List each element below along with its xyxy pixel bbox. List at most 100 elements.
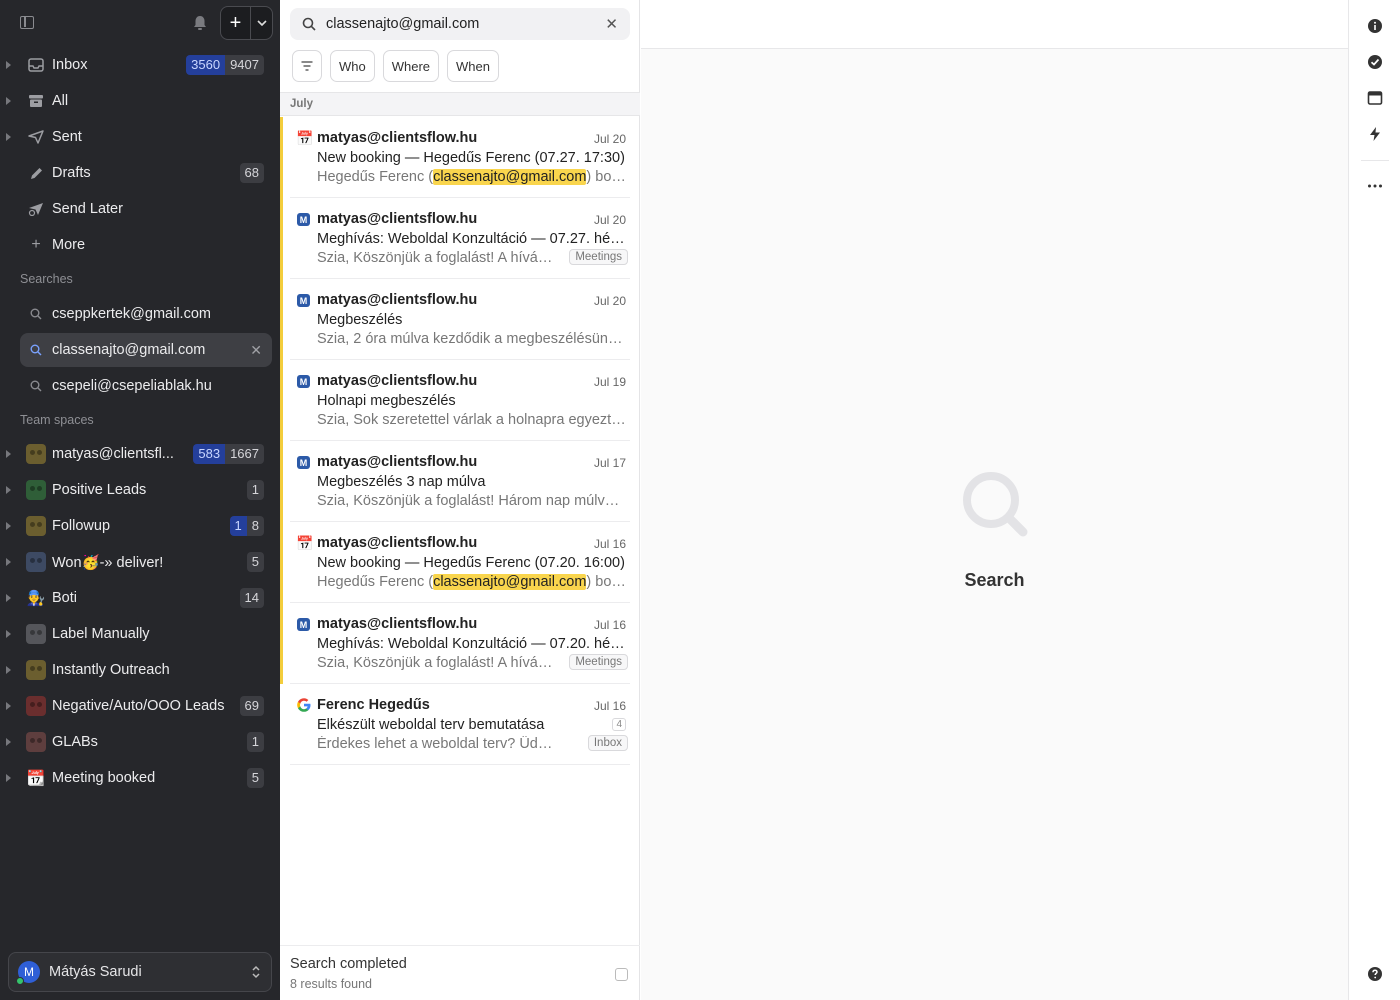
- expand-icon[interactable]: [615, 968, 628, 981]
- mail-date: Jul 19: [593, 375, 626, 389]
- saved-search-item[interactable]: csepeli@csepeliablak.hu: [20, 369, 272, 403]
- team-space-item[interactable]: matyas@clientsfl... 583 1667: [6, 437, 272, 471]
- team-space-item[interactable]: Label Manually: [6, 617, 272, 651]
- expand-caret-icon[interactable]: [6, 666, 11, 674]
- mail-list-item[interactable]: M matyas@clientsflow.hu Jul 20 Megbeszél…: [280, 279, 640, 360]
- expand-caret-icon[interactable]: [6, 594, 11, 602]
- sidebar-item-drafts[interactable]: Drafts 68: [20, 156, 272, 190]
- mail-list-item[interactable]: Ferenc Hegedűs Jul 16 Elkészült weboldal…: [280, 684, 640, 765]
- expand-caret-icon[interactable]: [6, 630, 11, 638]
- count-badge: 9407: [225, 55, 264, 75]
- lightning-icon[interactable]: [1367, 126, 1383, 142]
- mail-list-item[interactable]: 📅 matyas@clientsflow.hu Jul 16 New booki…: [280, 522, 640, 603]
- bell-icon[interactable]: [192, 14, 208, 32]
- label-tag[interactable]: Inbox: [587, 735, 628, 751]
- search-input[interactable]: [326, 16, 606, 32]
- sidebar-header: +: [0, 0, 280, 48]
- mail-date: Jul 20: [593, 213, 626, 227]
- team-space-item[interactable]: Positive Leads 1: [6, 473, 272, 507]
- sidebar-toggle-icon[interactable]: [20, 16, 34, 29]
- info-icon[interactable]: [1367, 18, 1383, 34]
- expand-caret-icon[interactable]: [6, 558, 11, 566]
- team-space-item[interactable]: Followup 18: [6, 509, 272, 543]
- expand-caret-icon[interactable]: [6, 486, 11, 494]
- expand-caret-icon[interactable]: [6, 702, 11, 710]
- sidebar-item-all[interactable]: All: [6, 84, 272, 118]
- mail-snippet: Szia, Köszönjük a foglalást! A hívás lin…: [317, 250, 557, 266]
- count-badges: 1: [246, 480, 264, 500]
- team-space-item[interactable]: Won🥳-» deliver! 5: [6, 545, 272, 579]
- mail-date: Jul 16: [593, 537, 626, 551]
- mail-sender: matyas@clientsflow.hu: [317, 454, 478, 470]
- mail-date: Jul 16: [593, 618, 626, 632]
- reading-pane: Search: [641, 0, 1348, 1000]
- sidebar-item-send-later[interactable]: Send Later: [20, 192, 272, 226]
- mail-snippet: Hegedűs Ferenc (classenajto@gmail.com) b…: [317, 574, 627, 590]
- remove-search-icon[interactable]: ✕: [250, 342, 262, 359]
- help-icon[interactable]: [1367, 966, 1383, 982]
- expand-caret-icon[interactable]: [6, 774, 11, 782]
- search-highlight: classenajto@gmail.com: [433, 169, 587, 185]
- search-icon: [26, 340, 46, 360]
- more-icon[interactable]: [1367, 178, 1383, 194]
- mail-app-icon: M: [297, 456, 310, 469]
- team-space-item[interactable]: GLABs 1: [6, 725, 272, 759]
- expand-caret-icon[interactable]: [6, 133, 11, 141]
- team-space-item[interactable]: Instantly Outreach: [6, 653, 272, 687]
- search-bar[interactable]: ✕: [290, 8, 630, 40]
- filter-who-button[interactable]: Who: [330, 50, 375, 82]
- online-status-dot: [16, 977, 24, 985]
- expand-caret-icon[interactable]: [6, 450, 11, 458]
- team-space-label: Positive Leads: [52, 482, 147, 498]
- sidebar-item-more[interactable]: + More: [20, 228, 272, 262]
- team-space-label: matyas@clientsfl...: [52, 446, 174, 462]
- mail-list-item[interactable]: M matyas@clientsflow.hu Jul 20 Meghívás:…: [280, 198, 640, 279]
- check-circle-icon[interactable]: [1367, 54, 1383, 70]
- expand-caret-icon[interactable]: [6, 97, 11, 105]
- send-later-icon: [26, 199, 46, 219]
- filter-where-button[interactable]: Where: [382, 50, 440, 82]
- google-icon: [297, 698, 311, 712]
- team-space-label: Boti: [52, 590, 77, 606]
- mail-list-item[interactable]: M matyas@clientsflow.hu Jul 19 Holnapi m…: [280, 360, 640, 441]
- count-badge: 5: [246, 768, 264, 788]
- count-badge: 8: [246, 516, 264, 536]
- mail-list-item[interactable]: M matyas@clientsflow.hu Jul 17 Megbeszél…: [280, 441, 640, 522]
- team-space-item[interactable]: 📆 Meeting booked 5: [6, 761, 272, 795]
- unread-indicator: [280, 603, 283, 684]
- compose-button[interactable]: +: [220, 6, 273, 40]
- label-tag[interactable]: Meetings: [569, 654, 628, 670]
- expand-caret-icon[interactable]: [6, 522, 11, 530]
- empty-state-label: Search: [964, 570, 1025, 590]
- team-space-label: GLABs: [52, 734, 98, 750]
- mail-date: Jul 16: [593, 699, 626, 713]
- filter-options-button[interactable]: [292, 50, 322, 82]
- sidebar-item-inbox[interactable]: Inbox 3560 9407: [6, 48, 272, 82]
- clear-search-icon[interactable]: ✕: [605, 15, 618, 33]
- unread-indicator: [280, 441, 283, 522]
- mail-list-item[interactable]: M matyas@clientsflow.hu Jul 16 Meghívás:…: [280, 603, 640, 684]
- team-space-item[interactable]: Negative/Auto/OOO Leads 69: [6, 689, 272, 723]
- expand-caret-icon[interactable]: [6, 738, 11, 746]
- chevron-down-icon[interactable]: [251, 20, 272, 26]
- search-icon: [26, 376, 46, 396]
- filter-when-button[interactable]: When: [447, 50, 499, 82]
- count-badge: 1: [229, 516, 247, 536]
- count-badges: 1: [246, 732, 264, 752]
- expand-caret-icon[interactable]: [6, 61, 11, 69]
- team-space-item[interactable]: 👨‍🔧 Boti 14: [6, 581, 272, 615]
- team-space-label: Label Manually: [52, 626, 150, 642]
- saved-search-item[interactable]: classenajto@gmail.com ✕: [20, 333, 272, 367]
- sidebar-item-sent[interactable]: Sent: [6, 120, 272, 154]
- mail-snippet: Szia, Köszönjük a foglalást! Három nap m…: [317, 493, 627, 509]
- user-account-switcher[interactable]: M Mátyás Sarudi: [8, 952, 272, 992]
- archive-icon: [26, 91, 46, 111]
- unread-indicator: [280, 360, 283, 441]
- mail-app-icon: M: [297, 294, 310, 307]
- mail-list-item[interactable]: 📅 matyas@clientsflow.hu Jul 20 New booki…: [280, 117, 640, 198]
- chevron-up-down-icon: [252, 965, 260, 979]
- label-tag[interactable]: Meetings: [569, 249, 628, 265]
- send-icon: [26, 127, 46, 147]
- saved-search-item[interactable]: cseppkertek@gmail.com: [20, 297, 272, 331]
- calendar-icon[interactable]: [1367, 90, 1383, 106]
